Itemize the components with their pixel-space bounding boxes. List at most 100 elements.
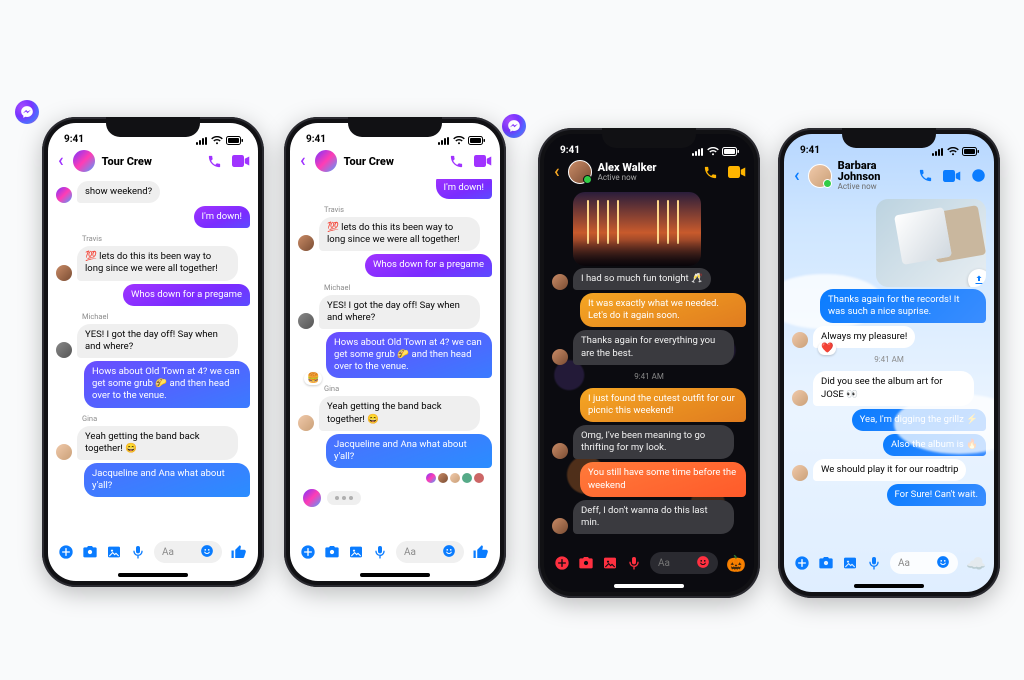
battery-icon <box>226 136 244 145</box>
mic-icon[interactable] <box>130 544 146 560</box>
add-icon[interactable] <box>794 555 810 571</box>
call-icon[interactable] <box>703 165 718 180</box>
image-attachment[interactable] <box>573 192 701 266</box>
chat-header: ‹ Tour Crew <box>48 145 258 179</box>
bubble: Yea, I'm digging the grillz ⚡ <box>852 409 986 431</box>
signal-icon <box>932 148 944 156</box>
sender-avatar <box>56 342 72 358</box>
message-out: For Sure! Can't wait. <box>792 484 986 506</box>
phone-mock-1: 9:41 ‹ Tour Crew <box>42 117 264 587</box>
message-out: I'm down! <box>56 206 250 228</box>
back-icon[interactable]: ‹ <box>552 163 562 181</box>
message-in: Deff, I don't wanna do this last min. <box>552 500 746 534</box>
chat-title[interactable]: Tour Crew <box>344 156 394 167</box>
reaction-icon[interactable]: ❤️ <box>818 342 836 355</box>
info-icon[interactable] <box>971 168 986 183</box>
seen-avatar <box>462 473 472 483</box>
phone-mock-4: 9:41 ‹ Barbara Johnson Active now <box>778 128 1000 598</box>
camera-icon[interactable] <box>818 555 834 571</box>
composer: Aa <box>48 535 258 573</box>
signal-icon <box>438 137 450 145</box>
message-in: 💯 lets do this its been way to long sinc… <box>56 246 250 280</box>
chat-title[interactable]: Alex Walker <box>598 162 657 173</box>
video-icon[interactable] <box>474 155 492 167</box>
add-icon[interactable] <box>300 544 316 560</box>
message-in: Omg, I've been meaning to go thrifting f… <box>552 425 746 459</box>
gallery-icon[interactable] <box>602 555 618 571</box>
message-input[interactable]: Aa <box>396 541 464 563</box>
call-icon[interactable] <box>449 154 464 169</box>
add-icon[interactable] <box>554 555 570 571</box>
message-list[interactable]: I had so much fun tonight 🥂 It was exact… <box>544 190 754 546</box>
message-list[interactable]: show weekend? I'm down! Travis 💯 lets do… <box>48 179 258 535</box>
message-list[interactable]: Thanks again for the records! It was suc… <box>784 197 994 546</box>
message-out: Hows about Old Town at 4? we can get som… <box>298 332 492 378</box>
mic-icon[interactable] <box>626 555 642 571</box>
sender-avatar <box>792 390 808 406</box>
camera-icon[interactable] <box>324 544 340 560</box>
bubble: You still have some time before the week… <box>580 462 746 496</box>
mic-icon[interactable] <box>866 555 882 571</box>
seen-avatar <box>474 473 484 483</box>
bubble: We should play it for our roadtrip <box>813 459 966 481</box>
video-icon[interactable] <box>728 166 746 178</box>
message-input[interactable]: Aa <box>154 541 222 563</box>
placeholder: Aa <box>898 558 910 569</box>
back-icon[interactable]: ‹ <box>792 167 802 185</box>
like-icon[interactable] <box>230 543 248 561</box>
image-attachment[interactable] <box>876 199 986 287</box>
chat-title[interactable]: Tour Crew <box>102 156 152 167</box>
bubble: Deff, I don't wanna do this last min. <box>573 500 734 534</box>
call-icon[interactable] <box>207 154 222 169</box>
emoji-icon[interactable] <box>442 544 456 561</box>
back-icon[interactable]: ‹ <box>298 152 308 170</box>
mic-icon[interactable] <box>372 544 388 560</box>
emoji-icon[interactable] <box>200 544 214 561</box>
share-icon[interactable] <box>968 269 986 287</box>
signal-icon <box>692 148 704 156</box>
back-icon[interactable]: ‹ <box>56 152 66 170</box>
battery-icon <box>722 147 740 156</box>
sender-avatar <box>56 444 72 460</box>
call-icon[interactable] <box>918 168 933 183</box>
bubble: Jacqueline and Ana what about y'all? <box>84 463 250 497</box>
home-indicator <box>360 573 430 577</box>
screen: 9:41 ‹ Tour Crew <box>290 123 500 581</box>
chat-avatar[interactable] <box>808 164 832 188</box>
status-icons <box>438 136 486 145</box>
reaction-icon[interactable]: 🍔 <box>304 372 322 385</box>
notch <box>348 117 442 137</box>
status-time: 9:41 <box>64 134 84 145</box>
bubble: YES! I got the day off! Say when and whe… <box>319 295 480 329</box>
chat-avatar[interactable] <box>568 160 592 184</box>
add-icon[interactable] <box>58 544 74 560</box>
battery-icon <box>468 136 486 145</box>
battery-icon <box>962 147 980 156</box>
message-out: Whos down for a pregame <box>56 284 250 306</box>
status-time: 9:41 <box>800 145 820 156</box>
video-icon[interactable] <box>232 155 250 167</box>
bubble: show weekend? <box>77 181 160 203</box>
message-input[interactable]: Aa <box>890 552 958 574</box>
gallery-icon[interactable] <box>842 555 858 571</box>
chat-avatar[interactable] <box>314 149 338 173</box>
like-icon[interactable] <box>472 543 490 561</box>
message-list[interactable]: I'm down! Travis 💯 lets do this its been… <box>290 179 500 535</box>
message-out: Also the album is 🔥 <box>792 434 986 456</box>
gallery-icon[interactable] <box>106 544 122 560</box>
emoji-icon[interactable] <box>696 555 710 572</box>
video-icon[interactable] <box>943 170 961 182</box>
gallery-icon[interactable] <box>348 544 364 560</box>
chat-avatar[interactable] <box>72 149 96 173</box>
sender-avatar <box>552 349 568 365</box>
time-divider: 9:41 AM <box>792 355 986 364</box>
chat-title[interactable]: Barbara Johnson <box>838 160 912 182</box>
emoji-icon[interactable] <box>936 555 950 572</box>
like-icon[interactable]: ☁️ <box>966 554 984 572</box>
status-time: 9:41 <box>560 145 580 156</box>
camera-icon[interactable] <box>578 555 594 571</box>
like-icon[interactable]: 🎃 <box>726 554 744 572</box>
camera-icon[interactable] <box>82 544 98 560</box>
sender-name: Gina <box>324 384 492 393</box>
message-input[interactable]: Aa <box>650 552 718 574</box>
